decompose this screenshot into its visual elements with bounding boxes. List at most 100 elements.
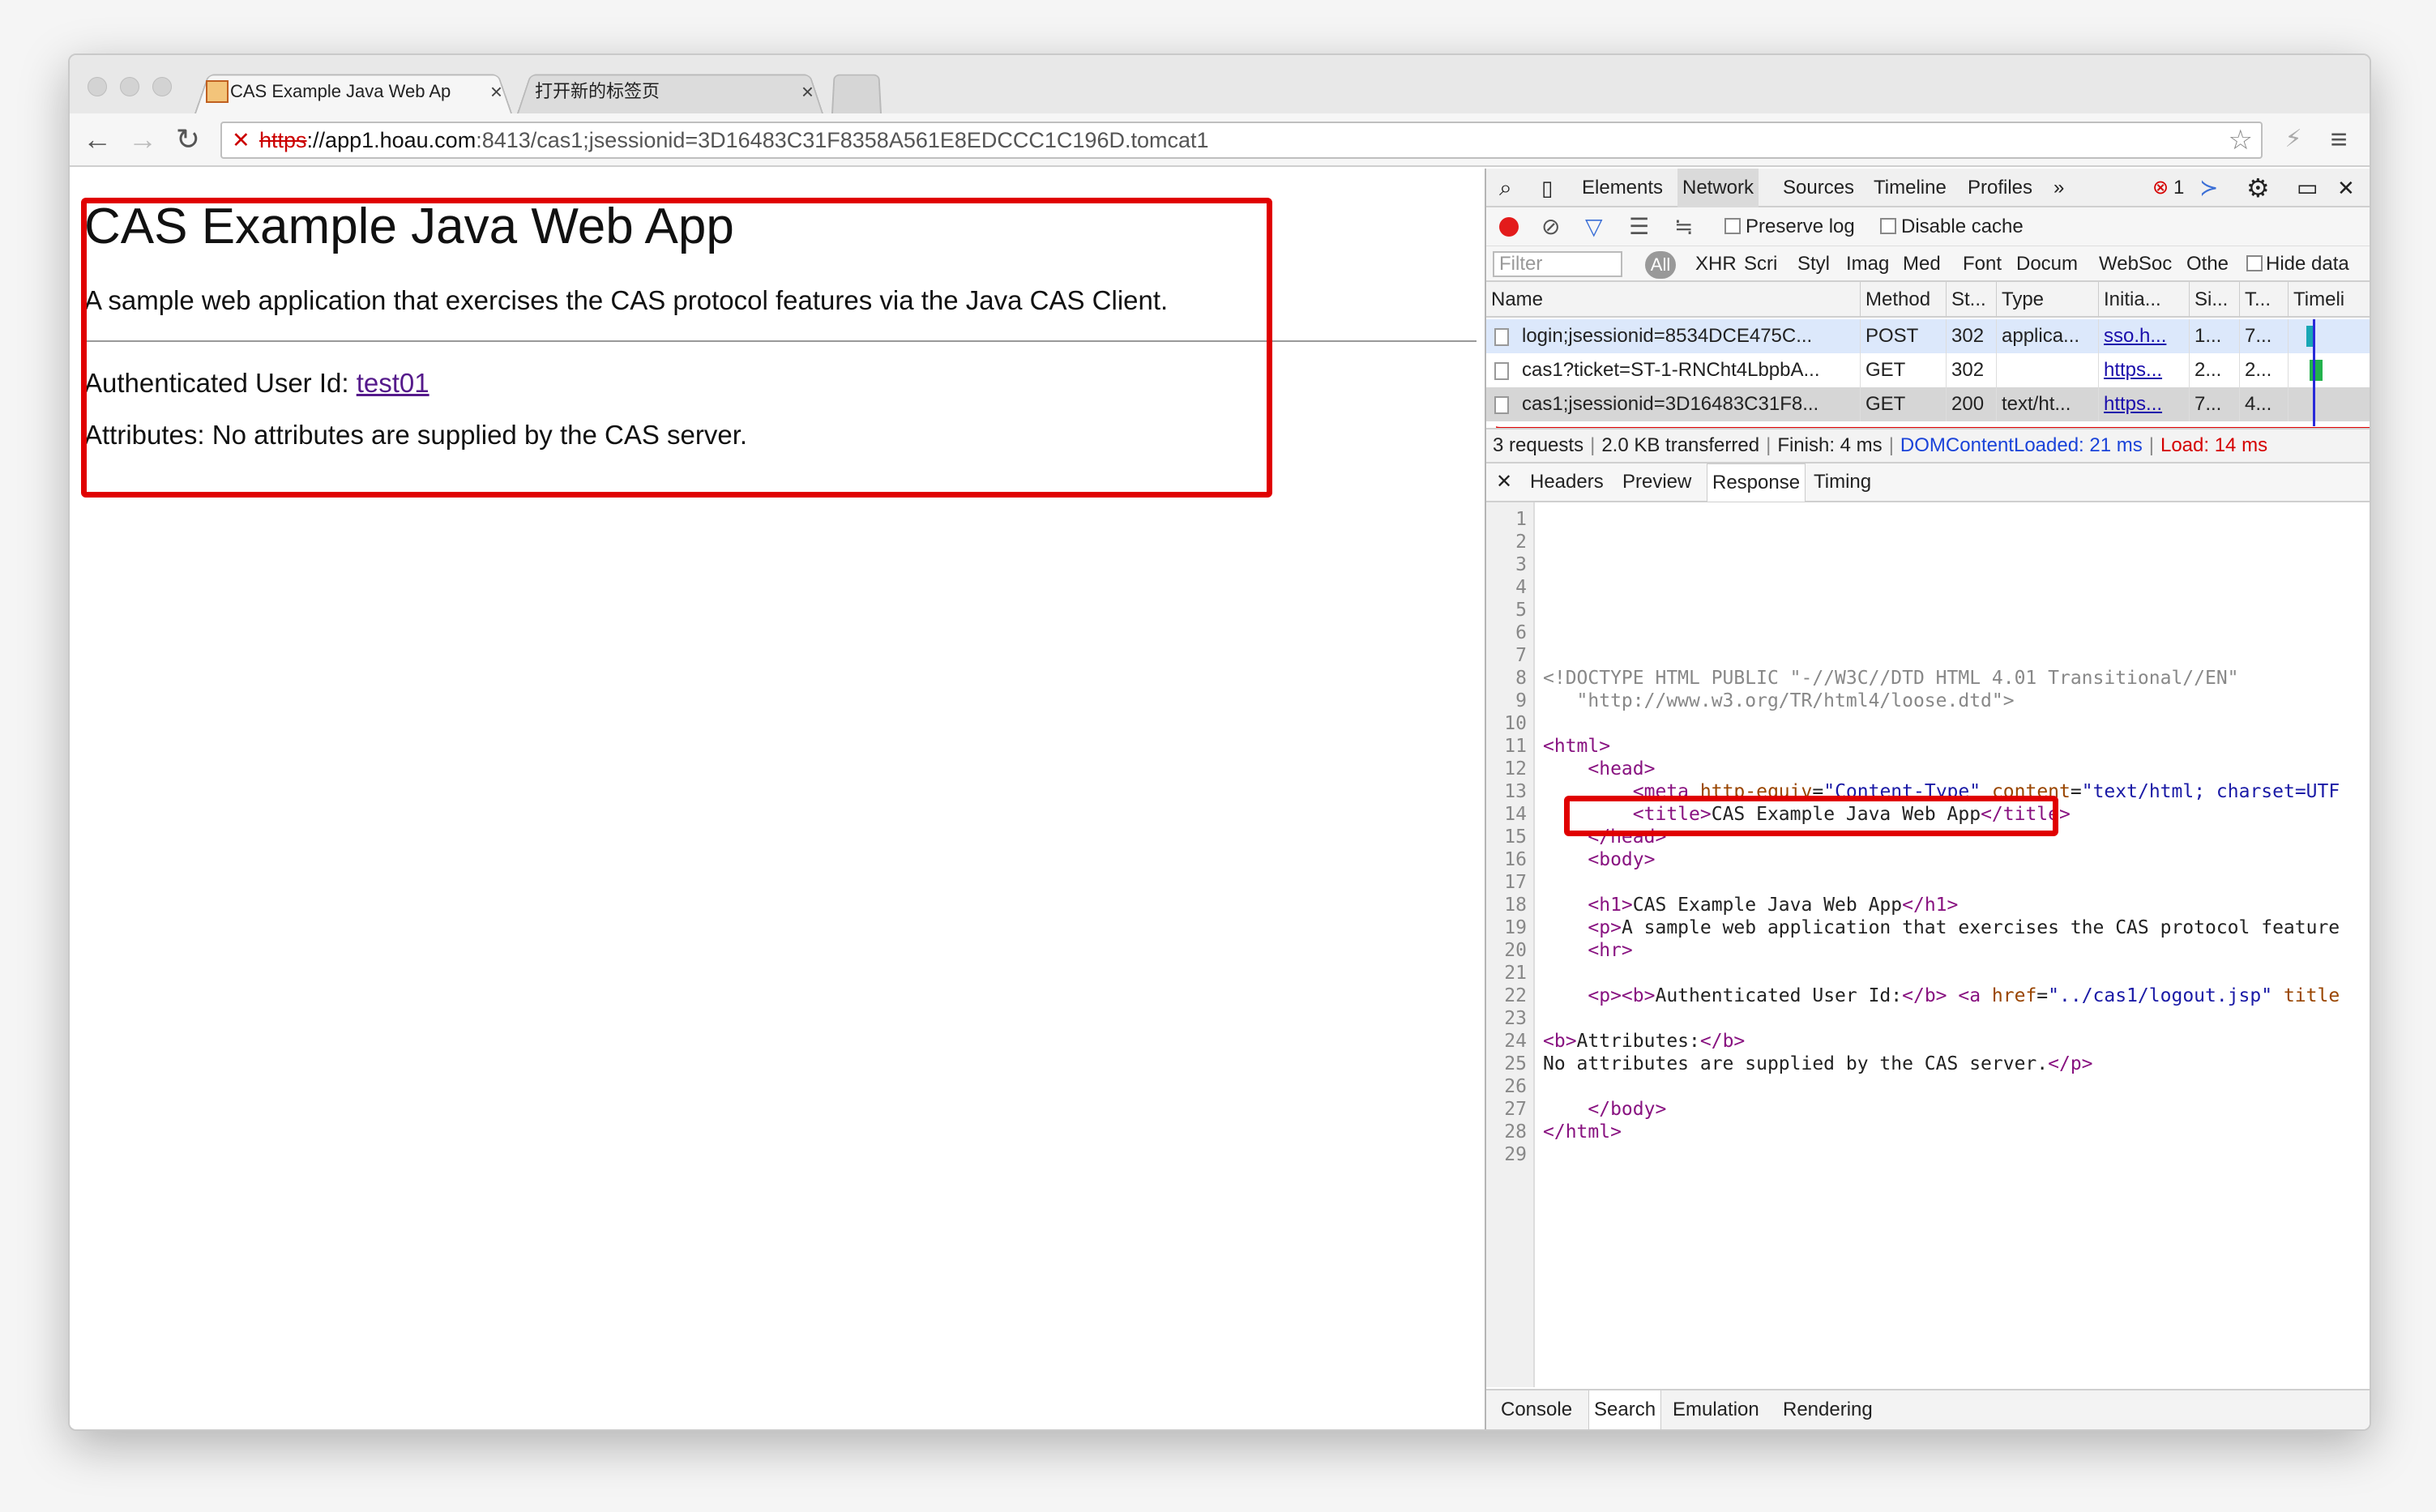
request-initiator[interactable]: https... bbox=[2099, 387, 2190, 421]
request-time: 2... bbox=[2240, 353, 2289, 387]
tab-elements[interactable]: Elements bbox=[1582, 169, 1663, 207]
request-method: GET bbox=[1861, 387, 1947, 421]
tab-title: CAS Example Java Web Ap bbox=[230, 81, 451, 101]
new-tab-button[interactable] bbox=[831, 70, 882, 113]
minimize-window-button[interactable] bbox=[120, 77, 139, 96]
filter-images[interactable]: Imag bbox=[1846, 251, 1889, 277]
col-status[interactable]: St... bbox=[1947, 282, 1997, 318]
filter-media[interactable]: Med bbox=[1903, 251, 1941, 277]
device-mode-icon[interactable]: ▯ bbox=[1541, 169, 1553, 207]
line-number: 29 bbox=[1504, 1144, 1527, 1165]
reload-icon[interactable]: ↻ bbox=[170, 122, 206, 157]
line-number: 7 bbox=[1515, 645, 1527, 666]
tab-timeline[interactable]: Timeline bbox=[1874, 169, 1947, 207]
col-timeline[interactable]: Timeli bbox=[2289, 282, 2370, 318]
close-devtools-icon[interactable]: ✕ bbox=[2337, 169, 2355, 207]
tab-sources[interactable]: Sources bbox=[1783, 169, 1854, 207]
table-row[interactable]: cas1?ticket=ST-1-RNCht4LbpbA... GET 302 … bbox=[1486, 353, 2370, 387]
request-type: applica... bbox=[1997, 319, 2099, 353]
preserve-log-checkbox[interactable] bbox=[1724, 218, 1741, 234]
request-type: text/ht... bbox=[1997, 387, 2099, 421]
line-number: 12 bbox=[1504, 758, 1527, 779]
close-window-button[interactable] bbox=[88, 77, 107, 96]
highlight-box-page bbox=[81, 198, 1272, 498]
subtab-response[interactable]: Response bbox=[1707, 463, 1806, 502]
zoom-window-button[interactable] bbox=[152, 77, 172, 96]
summary-load: Load: 14 ms bbox=[2160, 434, 2268, 456]
tab-new-tab[interactable]: 打开新的标签页 × bbox=[517, 70, 823, 113]
col-type[interactable]: Type bbox=[1997, 282, 2099, 318]
tab-network[interactable]: Network bbox=[1677, 169, 1759, 207]
extension-icon[interactable]: ⚡ bbox=[2276, 122, 2311, 157]
line-number: 5 bbox=[1515, 600, 1527, 621]
filter-other[interactable]: Othe bbox=[2186, 251, 2229, 277]
disable-cache-checkbox[interactable] bbox=[1880, 218, 1896, 234]
tab-profiles[interactable]: Profiles bbox=[1968, 169, 2032, 207]
browser-toolbar: ← → ↻ ✕ https://app1.hoau.com:8413/cas1;… bbox=[70, 113, 2370, 167]
close-detail-icon[interactable]: ✕ bbox=[1496, 463, 1512, 501]
drawer-search[interactable]: Search bbox=[1588, 1390, 1662, 1429]
subtab-headers[interactable]: Headers bbox=[1530, 463, 1604, 501]
tab-close-icon[interactable]: × bbox=[801, 70, 814, 113]
col-name[interactable]: Name bbox=[1486, 282, 1861, 318]
hide-data-checkbox[interactable] bbox=[2246, 255, 2263, 271]
url-path: :8413/cas1;jsessionid=3D16483C31F8358A56… bbox=[476, 128, 1209, 152]
col-size[interactable]: Si... bbox=[2190, 282, 2240, 318]
subtab-timing[interactable]: Timing bbox=[1814, 463, 1871, 501]
disable-cache-label: Disable cache bbox=[1901, 216, 2024, 237]
dock-side-icon[interactable]: ▭ bbox=[2297, 169, 2318, 207]
code-line: <body> bbox=[1543, 849, 1656, 870]
address-bar[interactable]: ✕ https://app1.hoau.com:8413/cas1;jsessi… bbox=[220, 122, 2263, 159]
filter-funnel-icon[interactable]: ▽ bbox=[1585, 214, 1603, 240]
bookmark-star-icon[interactable]: ☆ bbox=[2229, 123, 2253, 157]
code-line: <hr> bbox=[1543, 940, 1633, 961]
inspect-search-icon[interactable]: ⌕ bbox=[1499, 169, 1512, 207]
filter-websockets[interactable]: WebSoc bbox=[2099, 251, 2172, 277]
filter-all[interactable]: All bbox=[1645, 251, 1676, 279]
console-drawer-icon[interactable]: ≻ bbox=[2199, 169, 2218, 207]
filter-styles[interactable]: Styl bbox=[1797, 251, 1830, 277]
code-line: <h1>CAS Example Java Web App</h1> bbox=[1543, 895, 1959, 916]
request-name: cas1;jsessionid=3D16483C31F8... bbox=[1486, 387, 1861, 421]
col-initiator[interactable]: Initia... bbox=[2099, 282, 2190, 318]
record-icon[interactable] bbox=[1499, 217, 1519, 237]
line-number: 18 bbox=[1504, 895, 1527, 916]
tomcat-favicon-icon bbox=[206, 80, 229, 103]
request-initiator[interactable]: https... bbox=[2099, 353, 2190, 387]
settings-gear-icon[interactable]: ⚙ bbox=[2246, 169, 2270, 207]
table-row[interactable]: cas1;jsessionid=3D16483C31F8... GET 200 … bbox=[1486, 387, 2370, 421]
line-number: 23 bbox=[1504, 1008, 1527, 1029]
browser-window: CAS Example Java Web Ap × 打开新的标签页 × ← → … bbox=[68, 53, 2371, 1431]
col-time[interactable]: T... bbox=[2240, 282, 2289, 318]
error-icon[interactable]: ⊗ bbox=[2152, 169, 2169, 207]
forward-arrow-icon[interactable]: → bbox=[125, 122, 160, 157]
filter-input[interactable]: Filter bbox=[1493, 251, 1622, 277]
filter-xhr[interactable]: XHR bbox=[1695, 251, 1737, 277]
drawer-emulation[interactable]: Emulation bbox=[1673, 1390, 1759, 1429]
drawer-rendering[interactable]: Rendering bbox=[1783, 1390, 1873, 1429]
col-method[interactable]: Method bbox=[1861, 282, 1947, 318]
timeline-dcl-marker bbox=[2313, 319, 2315, 426]
error-count: 1 bbox=[2173, 177, 2185, 199]
menu-icon[interactable]: ≡ bbox=[2321, 122, 2357, 157]
filter-documents[interactable]: Docum bbox=[2016, 251, 2078, 277]
filter-fonts[interactable]: Font bbox=[1963, 251, 2002, 277]
line-number: 25 bbox=[1504, 1053, 1527, 1074]
filter-scripts[interactable]: Scri bbox=[1744, 251, 1777, 277]
tab-cas-example[interactable]: CAS Example Java Web Ap × bbox=[194, 70, 512, 113]
request-initiator[interactable]: sso.h... bbox=[2099, 319, 2190, 353]
line-number: 1 bbox=[1515, 509, 1527, 530]
summary-requests: 3 requests bbox=[1493, 434, 1584, 456]
back-arrow-icon[interactable]: ← bbox=[79, 122, 115, 157]
line-number: 10 bbox=[1504, 713, 1527, 734]
drawer-console[interactable]: Console bbox=[1501, 1390, 1572, 1429]
request-method: POST bbox=[1861, 319, 1947, 353]
clear-icon[interactable]: ⊘ bbox=[1541, 214, 1560, 240]
overview-icon[interactable]: ≒ bbox=[1674, 214, 1694, 240]
more-panels-icon[interactable]: » bbox=[2054, 169, 2064, 207]
line-number: 21 bbox=[1504, 963, 1527, 984]
subtab-preview[interactable]: Preview bbox=[1622, 463, 1691, 501]
table-row[interactable]: login;jsessionid=8534DCE475C... POST 302… bbox=[1486, 319, 2370, 353]
tab-close-icon[interactable]: × bbox=[490, 70, 502, 113]
large-rows-icon[interactable]: ☰ bbox=[1629, 214, 1649, 240]
